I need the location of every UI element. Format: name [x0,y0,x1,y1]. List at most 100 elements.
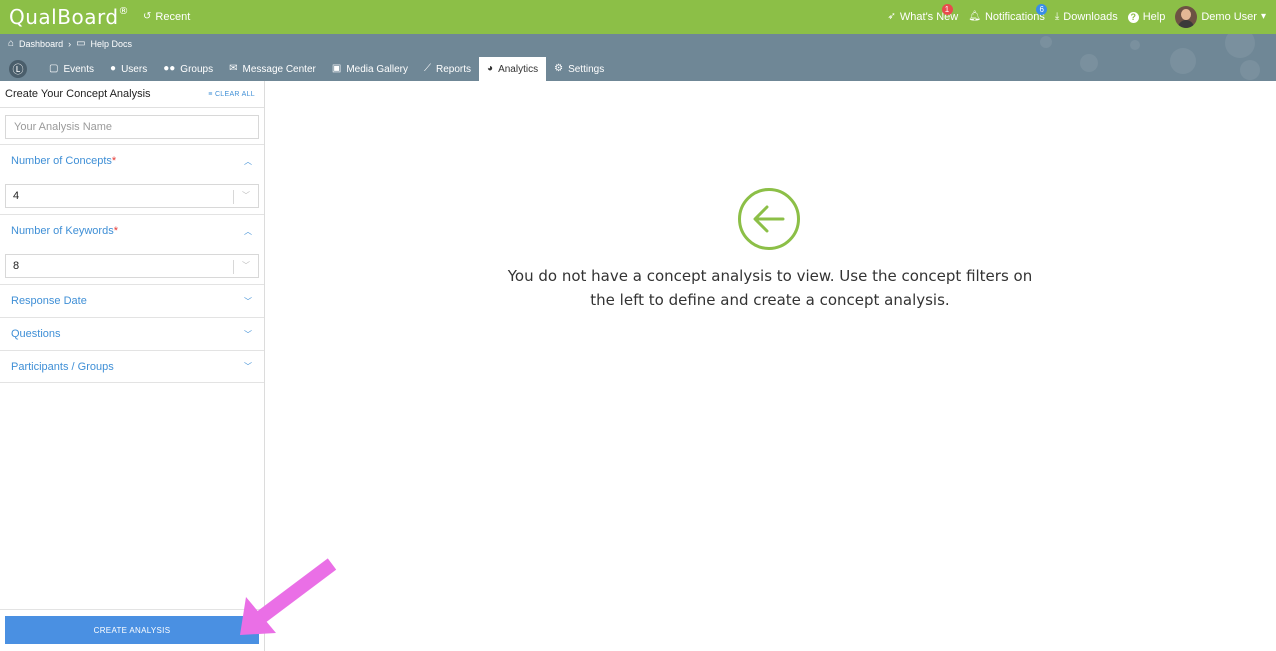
tab-events-label: Events [63,63,95,75]
clear-all-label: CLEAR ALL [214,90,255,98]
chart-line-icon: ⟋ [424,63,432,74]
nav-strip: ⌂ Dashboard › ▭ Help Docs Ⓛ ▢ Events ● U… [0,34,1276,81]
envelope-icon: ✉ [229,63,238,74]
analysis-name-input[interactable] [5,115,259,139]
decorative-bubble [1225,34,1255,58]
tab-settings[interactable]: ⚙ Settings [546,57,612,81]
chevron-down-icon: ﹀ [244,362,252,371]
decorative-bubble [1240,60,1260,80]
chevron-up-icon: ︿ [244,156,252,166]
help-button[interactable]: ? Help [1127,11,1166,23]
chevron-down-icon: ﹀ [244,296,252,306]
chevron-up-icon: ︿ [244,226,252,236]
annotation-arrow-icon [240,558,337,635]
questions-label: Questions [11,328,61,340]
number-of-keywords-header[interactable]: Number of Keywords* ︿ [0,214,264,247]
chevron-down-icon: ﹀ [244,329,252,339]
tab-groups[interactable]: ●● Groups [155,57,221,81]
whats-new-button[interactable]: ➶ What's New 1 [887,4,958,23]
number-of-concepts-select[interactable]: 4 ﹀ [5,184,259,208]
users-icon: ●● [163,63,176,74]
sidebar-header: Create Your Concept Analysis ≡ CLEAR ALL [0,81,264,108]
sidebar-footer-divider [0,609,264,610]
breadcrumb: ⌂ Dashboard › ▭ Help Docs [8,38,133,50]
download-icon: ⤓ [1054,11,1060,22]
tab-groups-label: Groups [180,63,214,75]
tab-events[interactable]: ▢ Events [41,57,102,81]
user-menu[interactable]: Demo User ▾ [1175,6,1266,28]
bell-icon: 🔔︎ [968,11,981,22]
notifications-badge: 6 [1036,4,1048,15]
home-icon: ⌂ [8,38,15,49]
pie-chart-icon: ◕ [487,63,494,74]
number-of-concepts-header[interactable]: Number of Concepts* ︿ [0,144,264,177]
breadcrumb-dashboard[interactable]: Dashboard [19,39,63,49]
gear-icon: ⚙ [554,63,564,74]
rocket-icon: ➶ [887,11,896,22]
create-analysis-button[interactable]: CREATE ANALYSIS [5,616,259,644]
number-of-keywords-select[interactable]: 8 ﹀ [5,254,259,278]
tab-analytics-label: Analytics [498,63,539,75]
tab-analytics[interactable]: ◕ Analytics [479,57,547,81]
history-icon: ↺ [143,11,152,22]
images-icon: ▣ [331,63,342,74]
list-icon: ≡ [208,90,215,98]
chevron-down-icon: ﹀ [242,191,250,200]
empty-state-message: You do not have a concept analysis to vi… [507,267,1033,309]
avatar [1175,6,1198,28]
number-of-keywords-label: Number of Keywords* [11,225,118,237]
tab-reports-label: Reports [436,63,472,75]
breadcrumb-help-docs[interactable]: Help Docs [91,39,133,49]
whats-new-badge: 1 [941,4,953,15]
decorative-bubble [1130,40,1140,50]
top-bar: QualBoard® ↺ Recent ➶ What's New 1 🔔︎ No… [0,0,1276,34]
main-tabs: Ⓛ ▢ Events ● Users ●● Groups ✉ Message C… [0,57,612,81]
tab-reports[interactable]: ⟋ Reports [416,57,479,81]
tab-media-gallery[interactable]: ▣ Media Gallery [324,57,416,81]
help-label: Help [1142,11,1166,23]
keywords-label-text: Number of Keywords [11,225,114,237]
tab-users[interactable]: ● Users [102,57,155,81]
tab-media-gallery-label: Media Gallery [346,63,409,75]
brand-name: QualBoard [9,5,119,29]
response-date-header[interactable]: Response Date ﹀ [0,284,264,317]
decorative-bubble [1170,48,1196,74]
tab-users-label: Users [121,63,148,75]
decorative-bubble [1080,54,1098,72]
required-mark: * [111,155,117,167]
brand-logo[interactable]: QualBoard® [9,5,129,29]
concept-analysis-sidebar: Create Your Concept Analysis ≡ CLEAR ALL… [0,81,265,651]
questions-header[interactable]: Questions ﹀ [0,317,264,350]
downloads-button[interactable]: ⤓ Downloads [1055,11,1118,23]
decorative-bubble [1040,36,1052,48]
caret-down-icon: ▾ [1260,11,1266,22]
top-right-menu: ➶ What's New 1 🔔︎ Notifications 6 ⤓ Down… [888,0,1276,34]
select-separator [233,190,234,204]
required-mark: * [113,225,118,237]
recent-label: Recent [155,11,191,23]
question-circle-icon: ? [1127,11,1139,23]
breadcrumb-separator-icon: › [68,39,72,49]
number-of-concepts-label: Number of Concepts* [11,155,116,167]
notifications-label: Notifications [984,11,1045,23]
notifications-button[interactable]: 🔔︎ Notifications 6 [968,4,1048,23]
analysis-main-panel: You do not have a concept analysis to vi… [265,81,1276,651]
participants-groups-label: Participants / Groups [11,360,114,373]
user-icon: ● [110,63,117,74]
keywords-value: 8 [13,260,20,272]
calendar-icon: ▢ [49,63,59,74]
tab-message-center-label: Message Center [242,63,316,75]
recent-button[interactable]: ↺ Recent [143,11,190,23]
app-logo-icon[interactable]: Ⓛ [9,60,27,78]
folder-icon: ▭ [76,38,86,49]
clear-all-button[interactable]: ≡ CLEAR ALL [208,91,255,98]
user-name: Demo User [1201,11,1257,23]
downloads-label: Downloads [1063,11,1118,23]
tab-settings-label: Settings [568,63,605,75]
tab-message-center[interactable]: ✉ Message Center [221,57,324,81]
brand-registered-mark: ® [118,6,130,18]
chevron-down-icon: ﹀ [242,261,250,270]
arrow-left-circle-icon [738,188,800,250]
select-separator [233,260,234,274]
participants-groups-header[interactable]: Participants / Groups ﹀ [0,350,264,383]
